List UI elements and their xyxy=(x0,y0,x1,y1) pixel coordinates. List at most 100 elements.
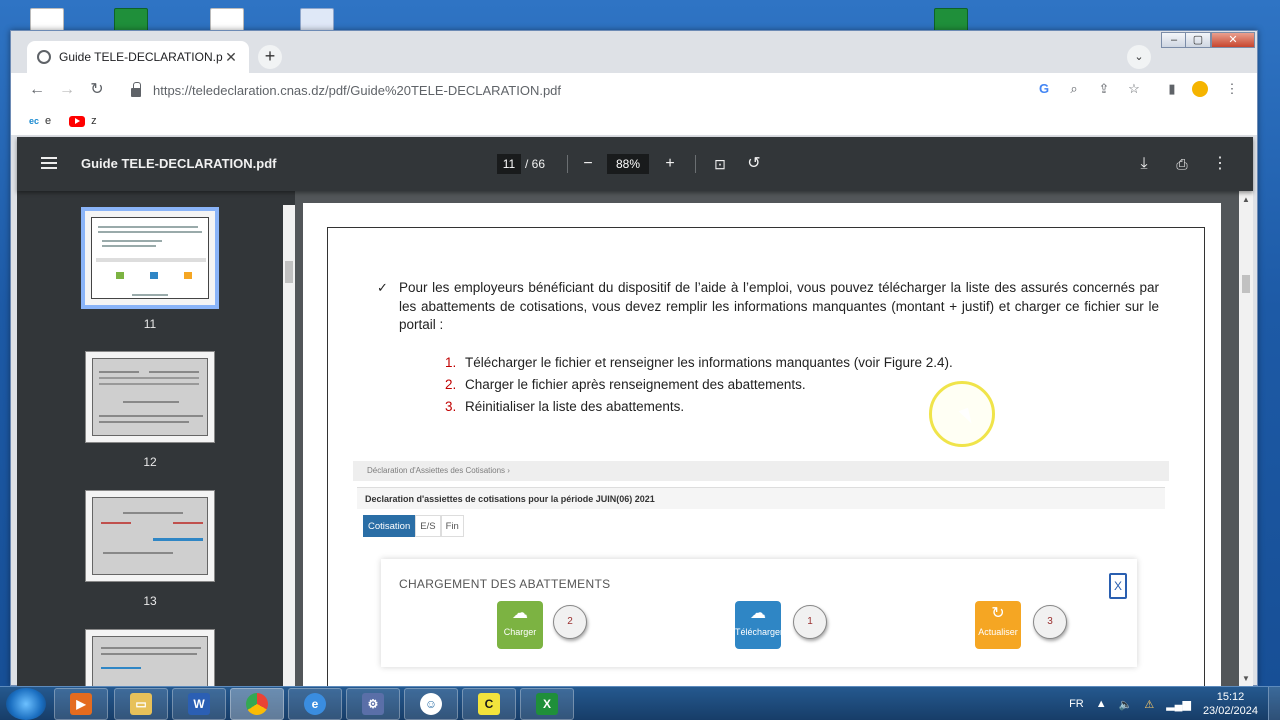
reload-icon[interactable]: ↻ xyxy=(85,78,109,102)
close-tab-icon[interactable]: ✕ xyxy=(223,49,239,66)
taskbar-excel[interactable]: X xyxy=(520,688,574,720)
menu-kebab-icon[interactable]: ⋮ xyxy=(1221,78,1243,100)
taskbar-app[interactable]: C xyxy=(462,688,516,720)
excel-icon: X xyxy=(536,693,558,715)
google-icon[interactable]: G xyxy=(1033,78,1055,100)
profile-avatar[interactable] xyxy=(1189,78,1211,100)
sidebar-scroll-thumb[interactable] xyxy=(285,261,293,283)
intro-paragraph: ✓ Pour les employeurs bénéficiant du dis… xyxy=(377,280,1159,332)
network-signal-icon[interactable]: ▂▄▆ xyxy=(1166,698,1191,711)
youtube-icon xyxy=(69,115,86,127)
figure-badge: 3 xyxy=(1033,605,1067,639)
figure-badge: 2 xyxy=(553,605,587,639)
zoom-icon[interactable]: ⌕ xyxy=(1063,78,1085,100)
pdf-toolbar: Guide TELE-DECLARATION.pdf 11 / 66 − 88%… xyxy=(17,137,1253,191)
back-arrow-icon[interactable]: ← xyxy=(25,78,49,102)
bookmark-star-icon[interactable]: ☆ xyxy=(1123,78,1145,100)
app-icon: ☺ xyxy=(420,693,442,715)
taskbar-chrome[interactable] xyxy=(230,688,284,720)
thumbnail-sidebar: 11 12 13 xyxy=(17,191,295,687)
pdf-page: ✓ Pour les employeurs bénéficiant du dis… xyxy=(303,203,1221,687)
pdf-page-area: ✓ Pour les employeurs bénéficiant du dis… xyxy=(295,191,1253,687)
taskbar-app[interactable]: ☺ xyxy=(404,688,458,720)
scroll-up-icon[interactable]: ▲ xyxy=(1242,195,1250,204)
pdf-viewer: Guide TELE-DECLARATION.pdf 11 / 66 − 88%… xyxy=(17,137,1253,687)
figure-heading: Declaration d'assiettes de cotisations p… xyxy=(357,487,1165,509)
download-icon[interactable]: ⤓ xyxy=(1133,153,1155,175)
internet-explorer-icon: e xyxy=(304,693,326,715)
toolbar-divider xyxy=(695,155,696,173)
clock-time: 15:12 xyxy=(1216,691,1245,703)
print-icon[interactable]: ⎙ xyxy=(1171,153,1193,175)
bookmark-e[interactable]: ec e xyxy=(29,115,51,127)
list-item: 1. Télécharger le fichier et renseigner … xyxy=(445,355,953,370)
show-hidden-icons-icon[interactable]: ▲ xyxy=(1096,698,1107,710)
menu-hamburger-icon[interactable] xyxy=(41,157,57,169)
alert-icon[interactable]: ⚠ xyxy=(1144,698,1154,711)
taskbar-word[interactable]: W xyxy=(172,688,226,720)
side-panel-icon[interactable]: ▮ xyxy=(1161,78,1183,100)
rotate-icon[interactable]: ↺ xyxy=(743,153,765,175)
figure-tab: Cotisation xyxy=(363,515,416,537)
globe-icon xyxy=(37,50,51,64)
share-icon[interactable]: ⇪ xyxy=(1093,78,1115,100)
thumbnail-page-number: 11 xyxy=(143,317,157,331)
sidebar-scrollbar[interactable] xyxy=(283,205,295,687)
taskbar-ie[interactable]: e xyxy=(288,688,342,720)
page-scroll-thumb[interactable] xyxy=(1242,275,1250,293)
fit-page-icon[interactable]: ⊡ xyxy=(709,153,731,175)
zoom-in-icon[interactable]: + xyxy=(659,153,681,175)
url-text: https://teledeclaration.cnas.dz/pdf/Guid… xyxy=(153,82,562,98)
scroll-down-icon[interactable]: ▼ xyxy=(1242,674,1250,683)
lock-icon xyxy=(131,81,141,97)
steps-list: 1. Télécharger le fichier et renseigner … xyxy=(445,355,953,421)
figure-breadcrumb: Déclaration d'Assiettes des Cotisations … xyxy=(353,461,1169,481)
figure-tab: Fin xyxy=(440,515,464,537)
browser-toolbar: ← → ↻ https://teledeclaration.cnas.dz/pd… xyxy=(11,73,1257,107)
page-number-input[interactable]: 11 xyxy=(497,154,521,174)
taskbar-explorer[interactable]: ▭ xyxy=(114,688,168,720)
figure-tabs: Cotisation E/S Fin xyxy=(363,515,464,537)
zoom-level-input[interactable]: 88% xyxy=(607,154,649,174)
forward-arrow-icon[interactable]: → xyxy=(55,78,79,102)
start-button[interactable] xyxy=(6,688,46,720)
tab-search-button[interactable]: ⌄ xyxy=(1127,45,1151,69)
browser-window: – ▢ ✕ Guide TELE-DECLARATION.pdf ✕ + ⌄ ←… xyxy=(10,30,1258,687)
volume-icon[interactable]: 🔈 xyxy=(1119,698,1133,711)
address-bar[interactable]: https://teledeclaration.cnas.dz/pdf/Guid… xyxy=(123,77,1083,103)
taskbar-app[interactable]: ⚙ xyxy=(346,688,400,720)
page-thumbnail-13[interactable] xyxy=(85,490,215,582)
zoom-out-icon[interactable]: − xyxy=(577,153,599,175)
figure-telecharger-button: ☁ Télécharger xyxy=(735,601,783,649)
chrome-icon xyxy=(246,693,268,715)
figure-card: CHARGEMENT DES ABATTEMENTS X ☁ Charger 2… xyxy=(381,559,1137,667)
tab-strip: Guide TELE-DECLARATION.pdf ✕ + ⌄ xyxy=(11,31,1257,73)
pdf-title: Guide TELE-DECLARATION.pdf xyxy=(81,156,277,171)
bookmark-z[interactable]: z xyxy=(69,115,97,127)
tab-title: Guide TELE-DECLARATION.pdf xyxy=(59,50,223,64)
excel-file-icon: X xyxy=(1109,573,1127,599)
language-indicator[interactable]: FR xyxy=(1069,698,1084,710)
figure-charger-button: ☁ Charger xyxy=(497,601,543,649)
new-tab-button[interactable]: + xyxy=(258,45,282,69)
ec-icon: ec xyxy=(29,116,40,126)
upload-cloud-icon: ☁ xyxy=(512,605,528,622)
clock[interactable]: 15:12 23/02/2024 xyxy=(1203,690,1258,718)
toolbar-divider xyxy=(567,155,568,173)
taskbar-media-player[interactable]: ▶ xyxy=(54,688,108,720)
download-cloud-icon: ☁ xyxy=(750,605,766,622)
thumbnail-page-number: 13 xyxy=(143,594,157,608)
bookmarks-bar: ec e z xyxy=(11,107,1257,135)
figure-badge: 1 xyxy=(793,605,827,639)
show-desktop-button[interactable] xyxy=(1268,687,1280,720)
more-options-icon[interactable]: ⋮ xyxy=(1209,153,1231,175)
page-thumbnail-12[interactable] xyxy=(85,351,215,443)
thumbnail-page-number: 12 xyxy=(143,455,157,469)
page-thumbnail-11[interactable] xyxy=(81,207,219,309)
list-item: 3. Réinitialiser la liste des abattement… xyxy=(445,399,685,414)
tab-pdf[interactable]: Guide TELE-DECLARATION.pdf ✕ xyxy=(27,41,249,73)
figure-screenshot: Déclaration d'Assiettes des Cotisations … xyxy=(353,461,1173,687)
page-thumbnail-14[interactable] xyxy=(85,629,215,687)
page-scrollbar[interactable]: ▲ ▼ xyxy=(1239,191,1253,687)
word-icon: W xyxy=(188,693,210,715)
